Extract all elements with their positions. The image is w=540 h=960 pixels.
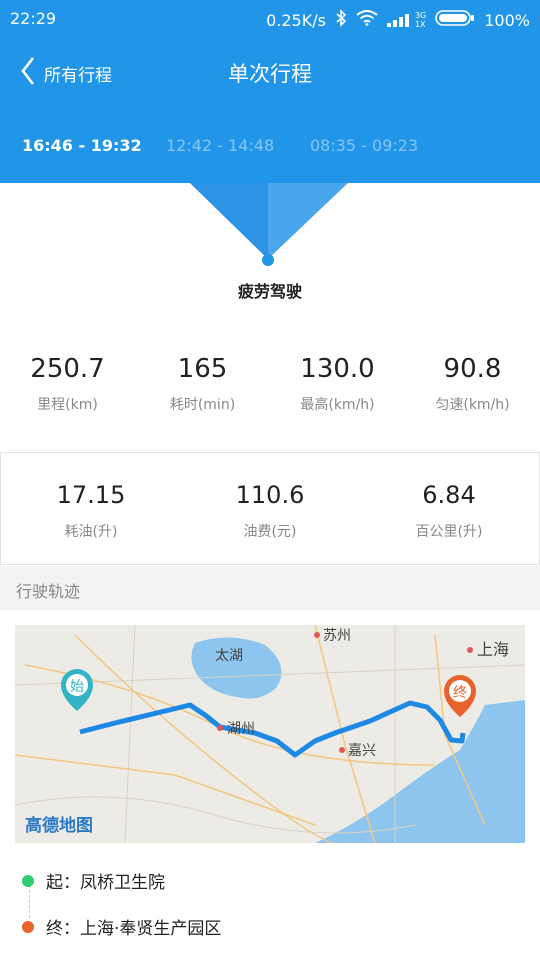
city-label: 嘉兴 bbox=[348, 743, 376, 759]
stat-label: 耗时(min) bbox=[169, 397, 236, 413]
fuel-label: 耗油(升) bbox=[64, 524, 118, 540]
end-dot-icon bbox=[22, 920, 34, 933]
route-map[interactable]: 始 终 太湖 苏州 上海 湖州 嘉兴 高德地图 bbox=[15, 625, 525, 843]
status-bar: 22:29 0.25K/s 3G 1X 100% bbox=[0, 0, 540, 36]
stat-label: 匀速(km/h) bbox=[435, 397, 510, 413]
fuel-consumption: 17.15 耗油(升) bbox=[1, 453, 181, 541]
trip-stats: 250.7 里程(km) 165 耗时(min) 130.0 最高(km/h) … bbox=[0, 340, 540, 440]
bluetooth-icon bbox=[335, 9, 347, 31]
stat-value: 165 bbox=[177, 354, 228, 384]
stat-value: 130.0 bbox=[300, 354, 375, 384]
city-label: 苏州 bbox=[323, 628, 351, 644]
route-end: 终：上海·奉贤生产园区 bbox=[22, 914, 221, 939]
stat-label: 最高(km/h) bbox=[300, 397, 375, 413]
cell-signal-icon: 3G 1X bbox=[386, 11, 427, 29]
map-watermark: 高德地图 bbox=[25, 815, 93, 836]
stat-value: 90.8 bbox=[443, 354, 502, 384]
battery-icon bbox=[435, 10, 475, 30]
fuel-value: 17.15 bbox=[56, 481, 126, 509]
city-label: 上海 bbox=[477, 640, 509, 659]
trip-tab-1[interactable]: 16:46 - 19:32 bbox=[22, 136, 142, 155]
stat-distance: 250.7 里程(km) bbox=[0, 340, 135, 414]
track-section-header: 行驶轨迹 bbox=[0, 566, 540, 610]
wifi-icon bbox=[356, 10, 378, 30]
end-marker-text: 终 bbox=[453, 685, 467, 701]
lake-label: 太湖 bbox=[215, 648, 243, 664]
stat-avg-speed: 90.8 匀速(km/h) bbox=[405, 340, 540, 414]
start-dot-icon bbox=[22, 874, 34, 887]
stat-label: 里程(km) bbox=[37, 397, 98, 413]
fuel-value: 6.84 bbox=[422, 481, 476, 509]
fuel-cost: 110.6 油费(元) bbox=[180, 453, 360, 541]
signal-1x: 1X bbox=[414, 20, 426, 29]
status-right: 0.25K/s 3G 1X 100% bbox=[266, 9, 530, 31]
nav-bar: 所有行程 单次行程 bbox=[0, 44, 540, 104]
start-marker-text: 始 bbox=[70, 679, 84, 695]
trip-tab-2[interactable]: 12:42 - 14:48 bbox=[166, 136, 274, 155]
route-start-label: 起：凤桥卫生院 bbox=[46, 873, 165, 893]
city-label: 湖州 bbox=[227, 721, 255, 737]
fuel-stats: 17.15 耗油(升) 110.6 油费(元) 6.84 百公里(升) bbox=[0, 452, 540, 565]
fuel-per-100km: 6.84 百公里(升) bbox=[359, 453, 539, 541]
stat-max-speed: 130.0 最高(km/h) bbox=[270, 340, 405, 414]
page-title: 单次行程 bbox=[228, 62, 312, 86]
stat-duration: 165 耗时(min) bbox=[135, 340, 270, 414]
route-start: 起：凤桥卫生院 bbox=[22, 868, 165, 893]
trip-tabs: 16:46 - 19:32 12:42 - 14:48 08:35 - 09:2… bbox=[0, 130, 540, 166]
fuel-label: 百公里(升) bbox=[415, 524, 483, 540]
fuel-value: 110.6 bbox=[235, 481, 305, 509]
route-end-label: 终：上海·奉贤生产园区 bbox=[46, 919, 222, 939]
trip-tab-3[interactable]: 08:35 - 09:23 bbox=[310, 136, 418, 155]
header: 22:29 0.25K/s 3G 1X 100% 所有行程 单次行程 16:46… bbox=[0, 0, 540, 183]
event-label: 疲劳驾驶 bbox=[237, 282, 302, 301]
fuel-label: 油费(元) bbox=[243, 524, 297, 540]
net-speed: 0.25K/s bbox=[266, 10, 326, 30]
status-time: 22:29 bbox=[10, 9, 57, 28]
signal-3g: 3G bbox=[414, 11, 427, 20]
section-title: 行驶轨迹 bbox=[16, 582, 81, 601]
stat-value: 250.7 bbox=[30, 354, 105, 384]
battery-percent: 100% bbox=[484, 10, 530, 30]
